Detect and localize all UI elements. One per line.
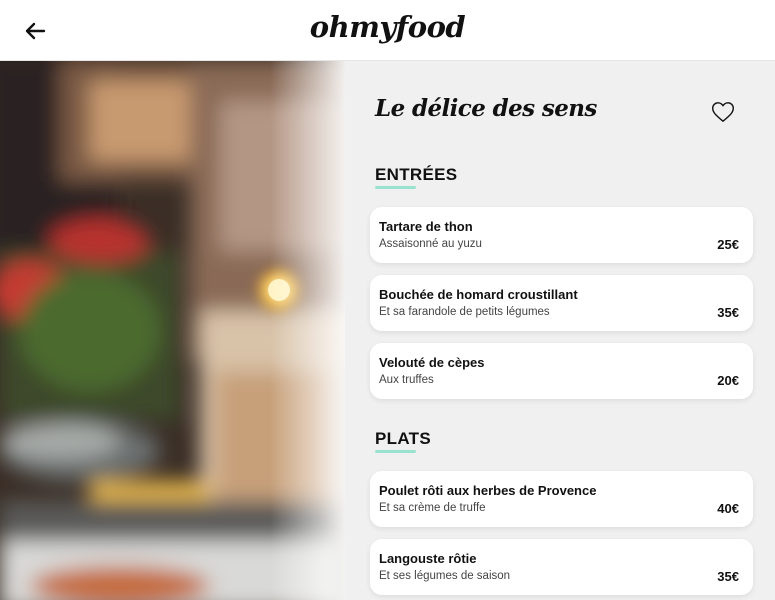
dish-name: Langouste rôtie	[379, 551, 477, 566]
dish-price: 20€	[717, 373, 739, 388]
section-underline	[375, 450, 416, 453]
menu-item-card[interactable]: Poulet rôti aux herbes de Provence Et sa…	[370, 471, 753, 527]
brand-logo[interactable]: ohmyfood	[0, 10, 775, 44]
restaurant-hero-image	[0, 61, 345, 600]
menu-panel: Le délice des sens ENTRÉES Tartare de th…	[345, 61, 775, 600]
heart-outline-icon	[712, 102, 734, 122]
section-title-entrees: ENTRÉES	[375, 165, 458, 184]
menu-item-card[interactable]: Langouste rôtie Et ses légumes de saison…	[370, 539, 753, 595]
dish-description: Assaisonné au yuzu	[379, 238, 482, 250]
dish-description: Et ses légumes de saison	[379, 570, 511, 582]
section-underline	[375, 186, 416, 189]
menu-item-card[interactable]: Bouchée de homard croustillant Et sa far…	[370, 275, 753, 331]
dish-name: Velouté de cèpes	[379, 355, 485, 370]
dish-description: Et sa crème de truffe	[379, 502, 486, 514]
restaurant-title: Le délice des sens	[375, 95, 597, 122]
dish-price: 35€	[717, 305, 739, 320]
dish-price: 35€	[717, 569, 739, 584]
app-header: ohmyfood	[0, 0, 775, 61]
menu-item-card[interactable]: Tartare de thon Assaisonné au yuzu 25€	[370, 207, 753, 263]
dish-description: Aux truffes	[379, 374, 434, 386]
section-title-plats: PLATS	[375, 429, 431, 448]
favorite-button[interactable]	[710, 99, 736, 125]
dish-name: Bouchée de homard croustillant	[379, 287, 578, 302]
dish-price: 40€	[717, 501, 739, 516]
dish-name: Poulet rôti aux herbes de Provence	[379, 483, 597, 498]
dish-price: 25€	[717, 237, 739, 252]
dish-name: Tartare de thon	[379, 219, 473, 234]
menu-item-card[interactable]: Velouté de cèpes Aux truffes 20€	[370, 343, 753, 399]
dish-description: Et sa farandole de petits légumes	[379, 306, 550, 318]
